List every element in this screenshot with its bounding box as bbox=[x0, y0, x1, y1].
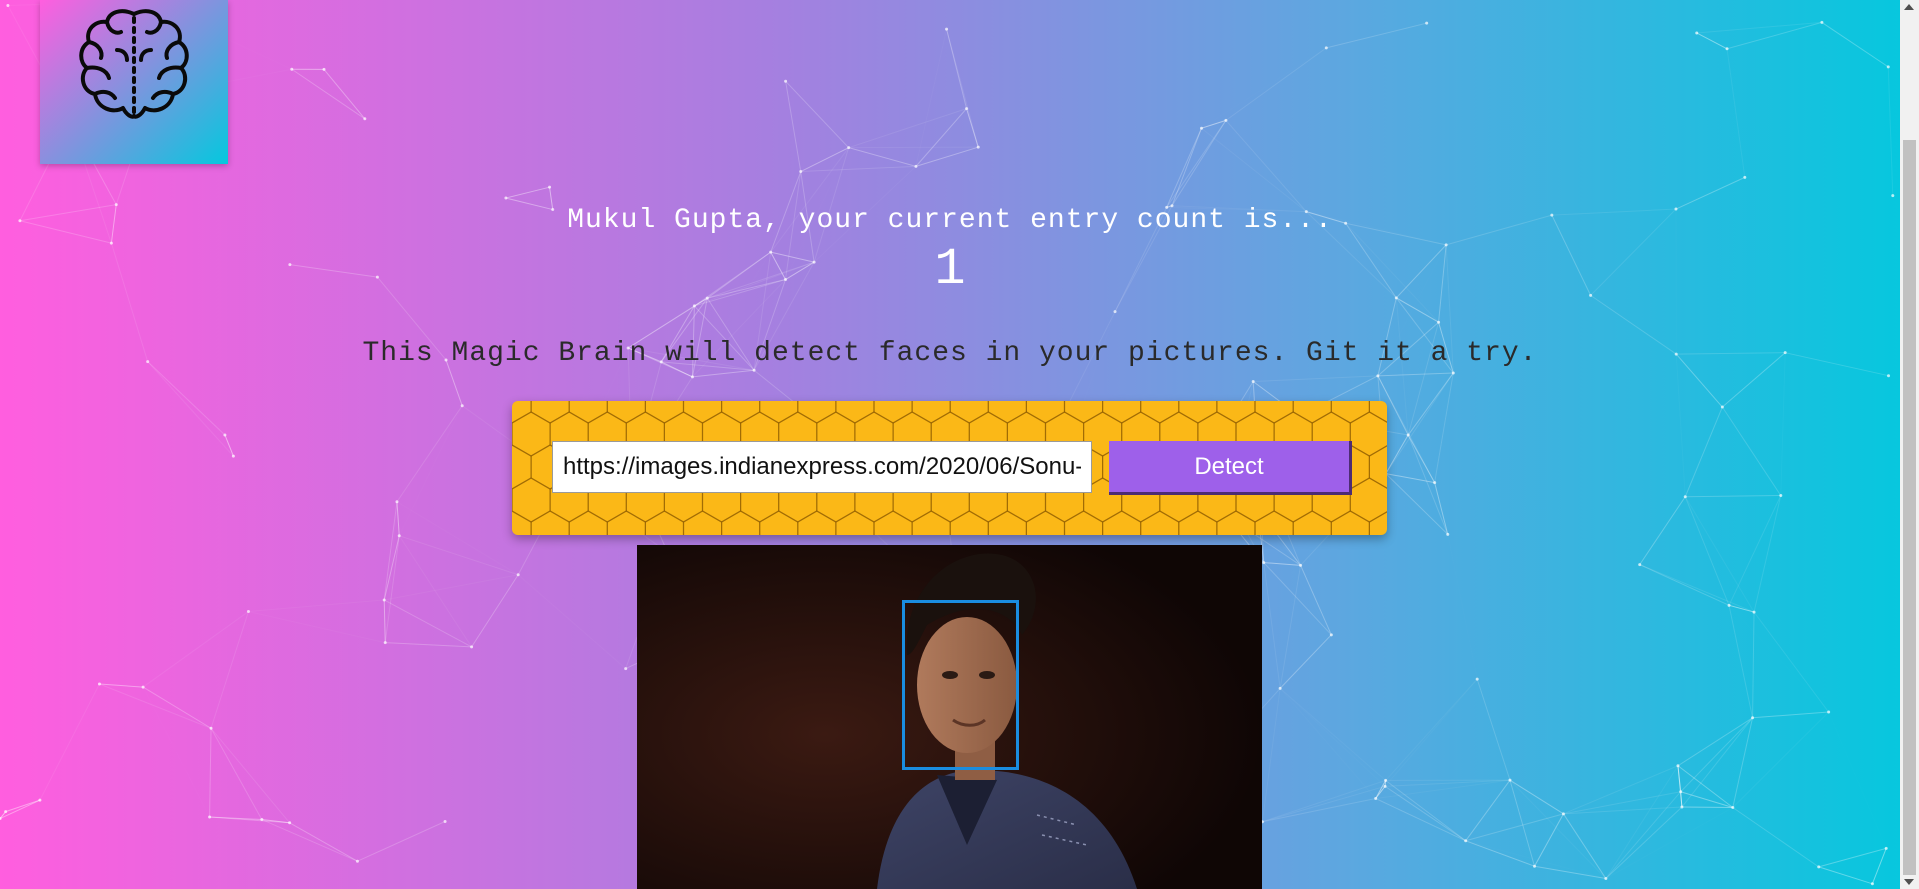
face-bounding-box bbox=[902, 600, 1019, 770]
result-image bbox=[637, 545, 1262, 889]
logo-tile[interactable] bbox=[40, 0, 228, 164]
brain-icon bbox=[79, 9, 189, 119]
scroll-up-arrow-icon[interactable] bbox=[1904, 4, 1914, 10]
scrollbar-thumb[interactable] bbox=[1903, 140, 1916, 875]
entry-count-greeting: Mukul Gupta, your current entry count is… bbox=[567, 205, 1333, 236]
vertical-scrollbar[interactable] bbox=[1900, 0, 1919, 889]
tagline: This Magic Brain will detect faces in yo… bbox=[362, 338, 1538, 369]
image-url-form: Detect bbox=[512, 401, 1387, 535]
detect-button[interactable]: Detect bbox=[1109, 441, 1352, 495]
scroll-down-arrow-icon[interactable] bbox=[1904, 879, 1914, 885]
entry-count-value: 1 bbox=[934, 240, 966, 299]
image-url-input[interactable] bbox=[552, 441, 1092, 493]
